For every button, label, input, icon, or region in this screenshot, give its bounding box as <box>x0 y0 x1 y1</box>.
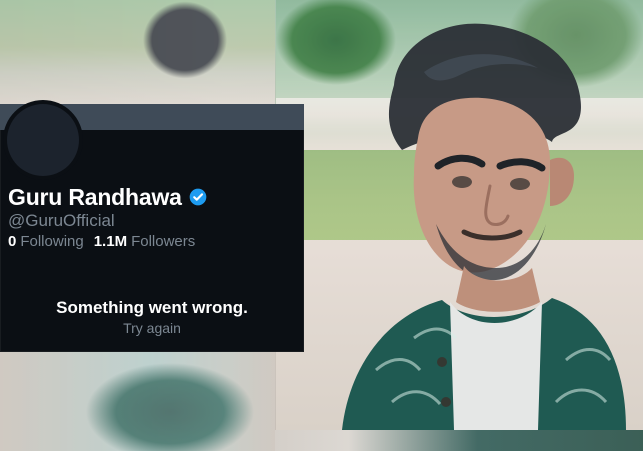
avatar[interactable] <box>7 104 79 176</box>
profile-card: Guru Randhawa @GuruOfficial 0 Following … <box>0 104 304 352</box>
try-again-link[interactable]: Try again <box>0 320 304 336</box>
verified-badge-icon <box>189 188 207 206</box>
profile-display-name: Guru Randhawa <box>8 183 182 210</box>
background-photo-crop-strip <box>275 430 643 451</box>
followers-label: Followers <box>131 233 196 250</box>
following-stat[interactable]: 0 Following <box>8 233 84 250</box>
followers-stat[interactable]: 1.1M Followers <box>94 233 196 250</box>
following-count: 0 <box>8 233 17 250</box>
profile-handle: @GuruOfficial <box>8 211 115 230</box>
profile-name-row: Guru Randhawa <box>8 183 208 211</box>
error-message-title: Something went wrong. <box>56 298 248 317</box>
background-photo-crop-bottom <box>0 352 275 451</box>
person-illustration <box>342 23 626 430</box>
profile-photo <box>275 0 643 430</box>
background-photo-crop-top <box>0 0 275 104</box>
following-label: Following <box>20 233 84 250</box>
follow-stats: 0 Following 1.1M Followers <box>8 233 195 250</box>
followers-count: 1.1M <box>93 233 128 250</box>
